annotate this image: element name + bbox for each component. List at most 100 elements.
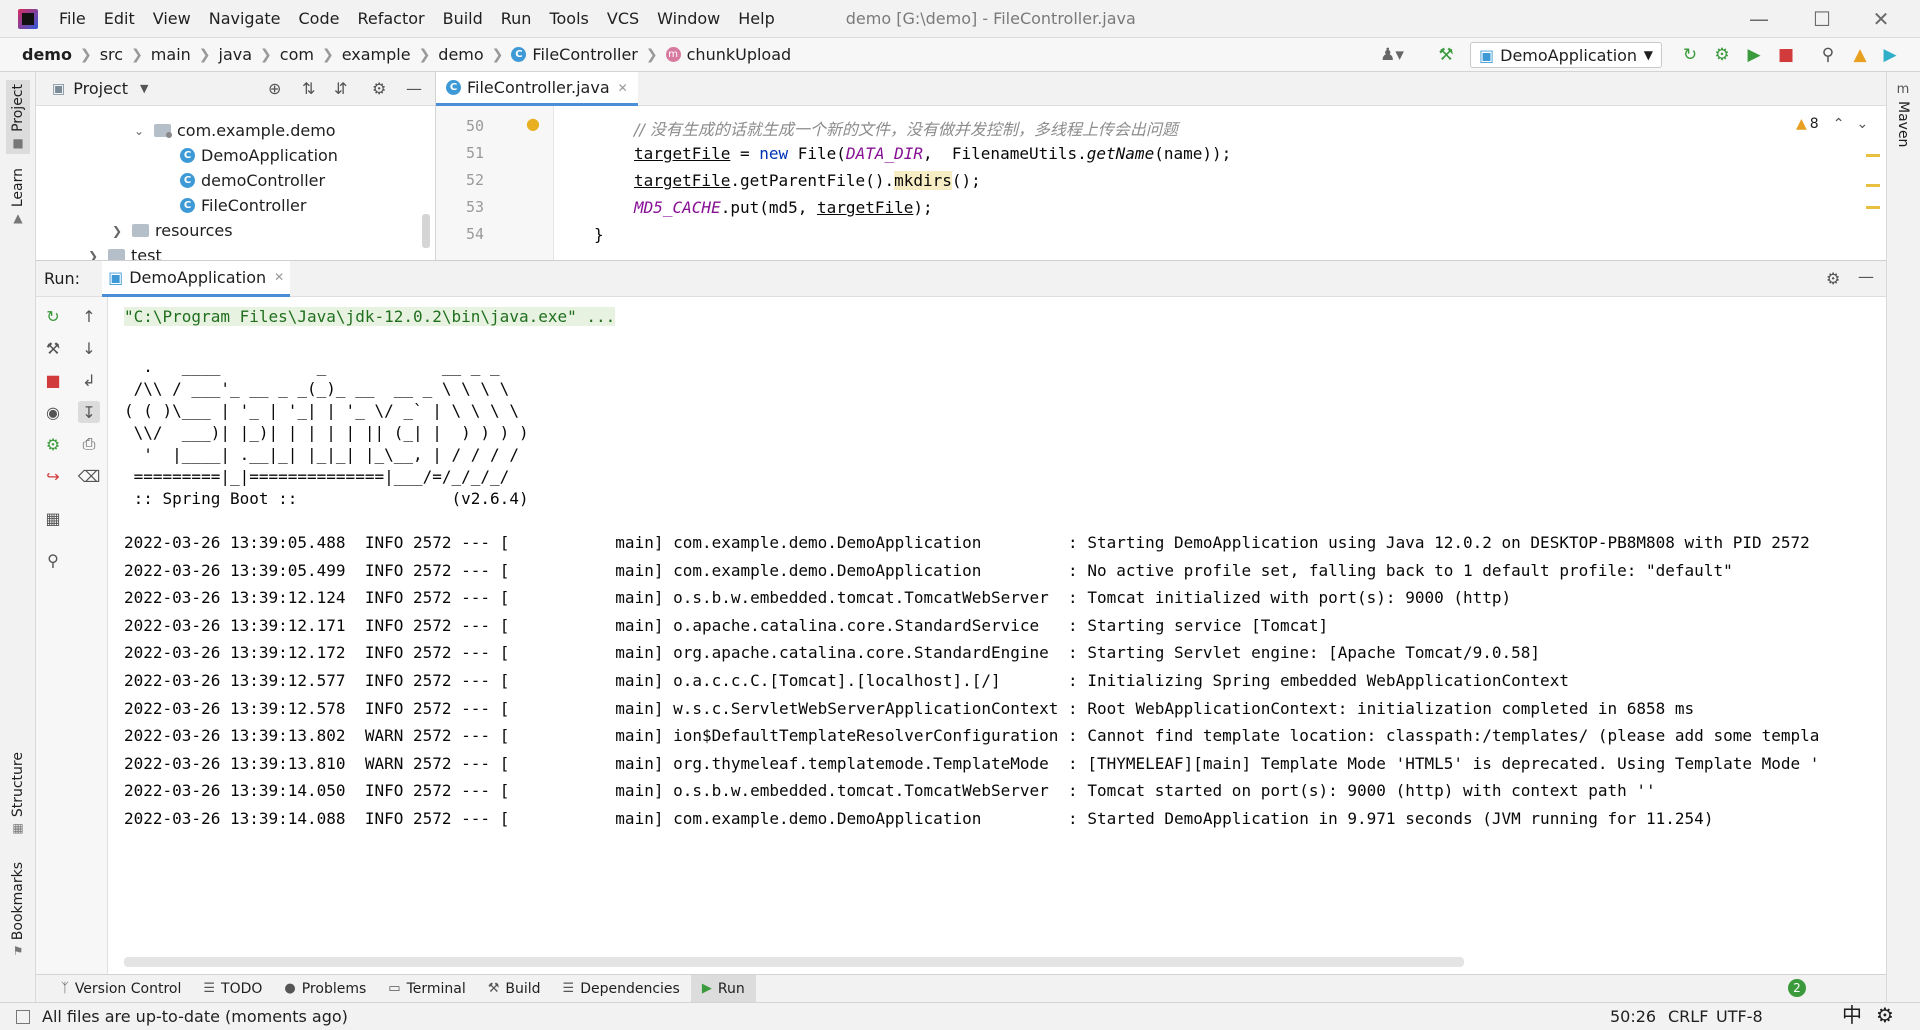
stop-icon[interactable]: ■ — [1776, 45, 1796, 65]
project-scrollbar[interactable] — [422, 214, 430, 248]
menu-build[interactable]: Build — [434, 0, 492, 38]
exit-icon[interactable]: ↪ — [42, 465, 64, 487]
ime-indicator[interactable]: 中 — [1842, 1001, 1862, 1029]
tab-dependencies[interactable]: ☰ Dependencies — [552, 975, 691, 1003]
maven-tool-tab[interactable]: m Maven — [1891, 82, 1915, 147]
line-separator[interactable]: CRLF — [1668, 1003, 1708, 1030]
breadcrumb-src[interactable]: src — [100, 45, 123, 64]
menu-edit[interactable]: Edit — [95, 0, 144, 38]
minimize-button[interactable]: — — [1730, 0, 1788, 38]
plugin-icon[interactable]: ▶ — [1880, 45, 1900, 65]
error-stripe-mark[interactable] — [1866, 184, 1880, 187]
code-line-50[interactable]: // 没有生成的话就生成一个新的文件，没有做并发控制，多线程上传会出问题 — [634, 116, 1178, 140]
project-panel-title[interactable]: Project — [73, 79, 128, 98]
breadcrumb-filecontroller[interactable]: C FileController — [511, 45, 638, 64]
lightbulb-icon[interactable]: ● — [526, 114, 540, 133]
maximize-button[interactable]: ☐ — [1793, 0, 1851, 38]
breadcrumb-demo[interactable]: demo — [22, 45, 72, 64]
breadcrumb-example[interactable]: example — [342, 45, 411, 64]
code-line-53[interactable]: MD5_CACHE.put(md5, targetFile); — [634, 198, 933, 217]
console-output[interactable]: "C:\Program Files\Java\jdk-12.0.2\bin\ja… — [124, 297, 1886, 957]
soft-wrap-icon[interactable]: ↲ — [78, 369, 100, 391]
code-line-52[interactable]: targetFile.getParentFile().mkdirs(); — [634, 171, 981, 190]
arrow-down-icon[interactable]: ↓ — [78, 337, 100, 359]
camera-icon[interactable]: ◉ — [42, 401, 64, 423]
code-line-54[interactable]: } — [594, 225, 604, 244]
run-configuration-select[interactable]: ▣ DemoApplication ▼ — [1470, 42, 1662, 68]
gear-icon[interactable]: ⚙ — [1826, 269, 1840, 288]
breadcrumb-demo-package[interactable]: demo — [438, 45, 483, 64]
menu-navigate[interactable]: Navigate — [200, 0, 290, 38]
close-window-button[interactable]: ✕ — [1852, 0, 1910, 38]
bookmarks-tool-tab[interactable]: Bookmarks ⚑ — [6, 862, 30, 958]
hide-panel-icon[interactable]: — — [406, 79, 422, 98]
run-tab-demoapplication[interactable]: ▣ DemoApplication ✕ — [102, 260, 291, 297]
build-hammer-icon[interactable]: ⚒ — [1436, 45, 1456, 65]
menu-run[interactable]: Run — [492, 0, 541, 38]
menu-file[interactable]: File — [50, 0, 95, 38]
tree-item-democontroller[interactable]: C demoController — [180, 168, 325, 193]
project-tool-tab[interactable]: Project ■ — [6, 80, 30, 154]
error-stripe-mark[interactable] — [1866, 206, 1880, 209]
debug-icon[interactable]: ⚙ — [42, 433, 64, 455]
pin-icon[interactable]: ⚲ — [42, 549, 64, 571]
menu-tools[interactable]: Tools — [540, 0, 597, 38]
chevron-up-icon[interactable]: ⌃ — [1833, 116, 1845, 132]
menu-vcs[interactable]: VCS — [598, 0, 648, 38]
error-stripe-mark[interactable] — [1866, 154, 1880, 157]
tree-item-resources[interactable]: ❯ resources — [112, 218, 233, 243]
menu-view[interactable]: View — [144, 0, 200, 38]
menu-code[interactable]: Code — [290, 0, 349, 38]
menu-refactor[interactable]: Refactor — [348, 0, 433, 38]
gear-icon[interactable]: ⚙ — [1876, 1001, 1894, 1029]
update-icon[interactable]: ▲ — [1850, 45, 1870, 65]
expand-all-icon[interactable]: ⇅ — [302, 79, 315, 98]
tab-problems[interactable]: ● Problems — [273, 975, 377, 1003]
tab-version-control[interactable]: ᛉ Version Control — [50, 975, 192, 1003]
stop-icon[interactable]: ■ — [42, 369, 64, 391]
learn-tool-tab[interactable]: Learn ▲ — [6, 168, 30, 225]
console-horizontal-scrollbar[interactable] — [124, 957, 1464, 967]
debug-bug-icon[interactable]: ⚙ — [1712, 45, 1732, 65]
tab-run[interactable]: ▶ Run — [690, 974, 756, 1003]
wrench-icon[interactable]: ⚒ — [42, 337, 64, 359]
breadcrumb-chunkupload[interactable]: m chunkUpload — [665, 45, 791, 64]
close-tab-icon[interactable]: ✕ — [618, 81, 628, 95]
hide-panel-icon[interactable]: — — [1858, 267, 1874, 286]
inspection-widget[interactable]: ▲ 8 ⌃ ⌄ — [1796, 116, 1868, 132]
caret-position[interactable]: 50:26 — [1610, 1003, 1656, 1030]
search-icon[interactable]: ⚲ — [1818, 45, 1838, 65]
menu-window[interactable]: Window — [648, 0, 729, 38]
rerun-icon[interactable]: ↻ — [42, 305, 64, 327]
tab-build[interactable]: ⚒ Build — [477, 975, 552, 1003]
trash-icon[interactable]: ⌫ — [78, 465, 101, 487]
breadcrumb-com[interactable]: com — [280, 45, 314, 64]
breadcrumb-main[interactable]: main — [151, 45, 191, 64]
tab-todo[interactable]: ☰ TODO — [192, 975, 273, 1003]
rerun-icon[interactable]: ↻ — [1680, 45, 1700, 65]
collapse-all-icon[interactable]: ⇵ — [334, 79, 347, 98]
event-log-badge[interactable]: 2 — [1788, 979, 1806, 997]
toggle-tool-windows-icon[interactable] — [16, 1009, 30, 1024]
close-tab-icon[interactable]: ✕ — [274, 270, 284, 284]
user-icon[interactable]: ♟▾ — [1380, 45, 1404, 65]
chevron-down-icon[interactable]: ▼ — [140, 82, 148, 95]
tree-item-filecontroller[interactable]: C FileController — [180, 193, 306, 218]
arrow-up-icon[interactable]: ↑ — [78, 305, 100, 327]
structure-tool-tab[interactable]: Structure ▦ — [6, 752, 30, 835]
locate-icon[interactable]: ⊕ — [268, 79, 281, 98]
print-icon[interactable]: ⎙ — [78, 433, 100, 455]
code-line-51[interactable]: targetFile = new File(DATA_DIR, Filename… — [634, 144, 1231, 163]
layout-icon[interactable]: ▦ — [42, 507, 64, 529]
scroll-to-end-icon[interactable]: ↧ — [78, 401, 100, 423]
coverage-icon[interactable]: ▶ — [1744, 45, 1764, 65]
file-encoding[interactable]: UTF-8 — [1716, 1003, 1763, 1030]
editor-tab-filecontroller[interactable]: C FileController.java ✕ — [436, 72, 638, 106]
chevron-down-icon[interactable]: ⌄ — [1856, 116, 1868, 132]
tab-terminal[interactable]: ▭ Terminal — [377, 975, 476, 1003]
tree-item-package[interactable]: ⌄ com.example.demo — [134, 118, 336, 143]
gear-icon[interactable]: ⚙ — [372, 79, 386, 98]
menu-help[interactable]: Help — [729, 0, 783, 38]
breadcrumb-java[interactable]: java — [219, 45, 253, 64]
tree-item-demoapplication[interactable]: C DemoApplication — [180, 143, 338, 168]
